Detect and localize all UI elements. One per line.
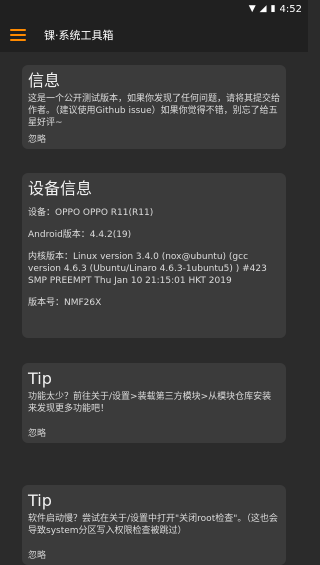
card-body: 这是一个公开测试版本，如果你发现了任何问题，请将其提交给作者。（建议使用Gith…: [28, 94, 281, 128]
card-body: 软件启动慢？尝试在关于/设置中打开"关闭root检查"。（这也会导致system…: [28, 514, 278, 536]
signal-icon: ◢: [259, 3, 267, 14]
card-body: 功能太少？前往关于/设置>装载第三方模块>从模块仓库安装 来发现更多功能吧！: [28, 392, 272, 414]
battery-icon: ▮: [270, 3, 276, 14]
wifi-icon: ▼: [248, 3, 256, 14]
app-bar: 锞·系统工具箱: [0, 18, 308, 52]
menu-icon[interactable]: [10, 29, 26, 41]
device-info-card: 设备信息 设备：OPPO OPPO R11(R11) Android版本：4.4…: [22, 173, 286, 338]
card-title: Tip: [28, 369, 52, 388]
ignore-button[interactable]: 忽略: [28, 426, 46, 439]
main-content: 信息 这是一个公开测试版本，如果你发现了任何问题，请将其提交给作者。（建议使用G…: [0, 52, 308, 565]
info-card: 信息 这是一个公开测试版本，如果你发现了任何问题，请将其提交给作者。（建议使用G…: [22, 65, 286, 149]
app-title: 锞·系统工具箱: [44, 29, 114, 42]
android-version-line: Android版本：4.4.2(19): [28, 230, 132, 240]
card-title: Tip: [28, 491, 52, 510]
card-body: 设备：OPPO OPPO R11(R11) Android版本：4.4.2(19…: [28, 207, 280, 309]
kernel-version-line: 内核版本：Linux version 3.4.0 (nox@ubuntu) (g…: [28, 252, 267, 286]
ignore-button[interactable]: 忽略: [28, 132, 46, 145]
tip-card-modules: Tip 功能太少？前往关于/设置>装载第三方模块>从模块仓库安装 来发现更多功能…: [22, 363, 286, 443]
status-time: 4:52: [279, 3, 302, 15]
build-number-line: 版本号：NMF26X: [28, 298, 102, 308]
card-title: 信息: [28, 71, 61, 90]
tip-card-startup: Tip 软件启动慢？尝试在关于/设置中打开"关闭root检查"。（这也会导致sy…: [22, 485, 286, 565]
card-title: 设备信息: [28, 179, 93, 198]
device-line: 设备：OPPO OPPO R11(R11): [28, 208, 154, 218]
status-bar: ▼ ◢ ▮ 4:52: [0, 0, 308, 18]
